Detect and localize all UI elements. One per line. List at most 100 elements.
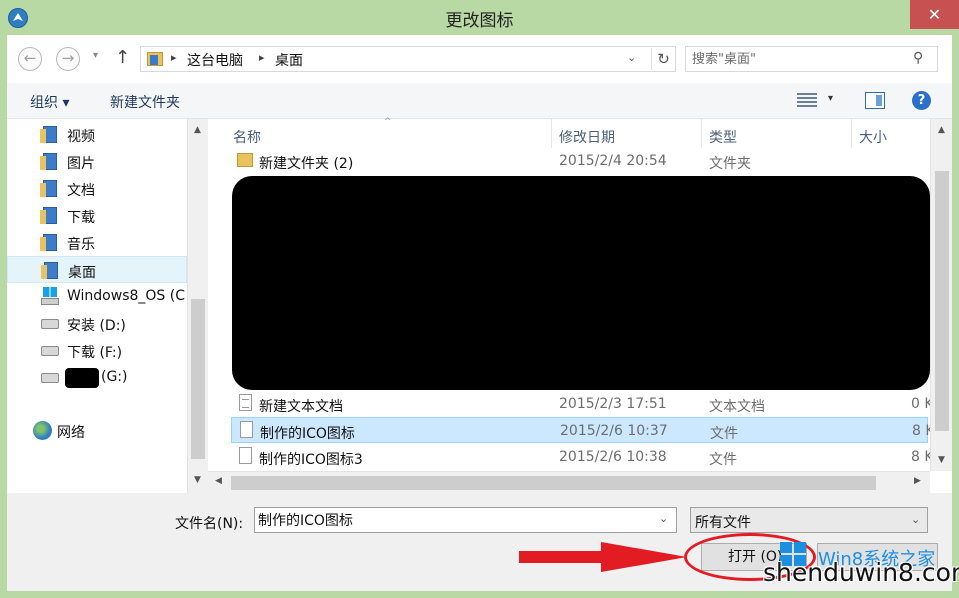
filename-input[interactable]	[258, 511, 648, 529]
file-row[interactable]: 新建文本文档 2015/2/3 17:51 文本文档 0 K	[231, 391, 934, 417]
sidebar-item-documents[interactable]: 文档	[7, 175, 187, 202]
sidebar-item-drive-g[interactable]: (G:)	[7, 364, 187, 391]
sidebar-item-label: 安装 (D:)	[67, 318, 126, 334]
redacted-drive-name	[65, 368, 99, 388]
column-header-name[interactable]: 名称	[233, 119, 261, 148]
scroll-down-arrow[interactable]: ▼	[188, 475, 207, 485]
file-type-value: 所有文件	[695, 515, 751, 531]
scrollbar-thumb[interactable]	[231, 476, 876, 490]
scroll-right-arrow[interactable]: ▶	[914, 476, 921, 486]
drive-icon	[41, 346, 59, 356]
window-title: 更改图标	[445, 11, 514, 31]
scroll-down-arrow[interactable]: ▼	[931, 455, 952, 465]
file-name: 新建文件夹 (2)	[259, 156, 354, 172]
sidebar-item-label: 下载 (F:)	[67, 345, 123, 361]
scrollbar-thumb[interactable]	[191, 299, 205, 459]
file-row[interactable]: 新建文件夹 (2) 2015/2/4 20:54 文件夹	[231, 148, 928, 174]
file-row[interactable]: 制作的ICO图标3 2015/2/6 10:38 文件 8 K	[231, 444, 934, 470]
file-type: 文件夹	[709, 156, 751, 172]
sidebar-item-pictures[interactable]: 图片	[7, 148, 187, 175]
navigation-pane: 视频 图片 文档 下载 音乐 桌面 Windows8_OS (C 安装 (D:)…	[7, 119, 207, 493]
sidebar-item-desktop[interactable]: 桌面	[7, 256, 187, 283]
red-arrow-annotation	[519, 542, 687, 572]
sidebar-item-label: 文档	[67, 183, 95, 199]
address-bar[interactable]: ▸ 这台电脑 ▸ 桌面 ⌄ ↻	[140, 46, 676, 72]
drive-icon	[41, 319, 59, 329]
organize-button[interactable]: 组织 ▾	[30, 92, 69, 112]
sidebar-item-network[interactable]: 网络	[7, 417, 187, 444]
column-divider[interactable]	[701, 119, 702, 148]
filename-history-dropdown[interactable]: ⌄	[659, 512, 668, 525]
column-header-type[interactable]: 类型	[709, 119, 737, 148]
column-header-date[interactable]: 修改日期	[559, 119, 615, 148]
column-header-size[interactable]: 大小	[859, 119, 887, 148]
chevron-down-icon[interactable]: ⌄	[911, 513, 920, 526]
refresh-button[interactable]: ↻	[651, 48, 675, 70]
pictures-library-icon	[40, 153, 57, 170]
search-box[interactable]: ⚲	[685, 46, 938, 72]
scroll-up-arrow[interactable]: ▲	[188, 125, 207, 135]
sidebar-item-downloads[interactable]: 下载	[7, 202, 187, 229]
forward-button[interactable]: →	[56, 47, 80, 71]
file-list-horizontal-scrollbar[interactable]: ◀ ▶	[208, 471, 930, 493]
new-folder-button[interactable]: 新建文件夹	[110, 92, 180, 112]
recent-locations-dropdown[interactable]: ▾	[93, 50, 98, 61]
music-library-icon	[40, 234, 57, 251]
sidebar-item-videos[interactable]: 视频	[7, 121, 187, 148]
network-icon	[33, 421, 52, 440]
sidebar-item-drive-d[interactable]: 安装 (D:)	[7, 310, 187, 337]
watermark-domain: shenduwin8.com	[763, 558, 959, 587]
file-type-select[interactable]: 所有文件 ⌄	[690, 507, 928, 533]
up-button[interactable]: ↑	[115, 47, 130, 68]
sidebar-item-label: 视频	[67, 129, 95, 145]
breadcrumb-separator[interactable]: ▸	[171, 51, 177, 64]
back-button[interactable]: ←	[18, 47, 42, 71]
windows-drive-icon	[41, 287, 59, 305]
filename-label: 文件名(N):	[175, 516, 244, 532]
file-date: 2015/2/4 20:54	[559, 153, 667, 169]
file-date: 2015/2/6 10:37	[560, 423, 668, 439]
title-bar: 更改图标 ✕	[0, 0, 959, 35]
scroll-up-arrow[interactable]: ▲	[931, 125, 952, 135]
breadcrumb-separator[interactable]: ▸	[259, 51, 265, 64]
sidebar-item-label: Windows8_OS (C	[67, 288, 185, 304]
sidebar-item-music[interactable]: 音乐	[7, 229, 187, 256]
preview-pane-icon[interactable]	[865, 92, 885, 109]
command-toolbar: 组织 ▾ 新建文件夹 ▾ ?	[7, 83, 952, 119]
sidebar-item-label: 音乐	[67, 237, 95, 253]
sidebar-item-label: 桌面	[68, 265, 96, 281]
file-type: 文本文档	[709, 399, 765, 415]
search-icon[interactable]: ⚲	[913, 50, 923, 66]
scroll-left-arrow[interactable]: ◀	[215, 476, 222, 486]
file-icon	[239, 447, 252, 464]
search-input[interactable]	[692, 50, 902, 68]
file-name: 新建文本文档	[259, 399, 343, 415]
file-date: 2015/2/6 10:38	[559, 449, 667, 465]
file-list-pane: ^ 名称 修改日期 类型 大小 新建文件夹 (2) 2015/2/4 20:54…	[208, 117, 952, 493]
scrollbar-thumb[interactable]	[935, 171, 949, 431]
folder-icon	[237, 153, 253, 167]
breadcrumb-desktop[interactable]: 桌面	[275, 50, 303, 70]
desktop-folder-icon	[41, 262, 58, 279]
view-options-dropdown[interactable]: ▾	[828, 93, 833, 104]
filename-field[interactable]: ⌄	[254, 507, 677, 533]
view-details-icon[interactable]	[797, 93, 817, 109]
file-name: 制作的ICO图标3	[259, 452, 363, 468]
sidebar-item-label: 图片	[67, 156, 95, 172]
documents-library-icon	[40, 180, 57, 197]
column-divider[interactable]	[551, 119, 552, 148]
location-folder-icon	[147, 52, 163, 66]
address-history-dropdown[interactable]: ⌄	[627, 51, 636, 64]
column-divider[interactable]	[851, 119, 852, 148]
breadcrumb-this-pc[interactable]: 这台电脑	[187, 50, 243, 70]
sidebar-item-drive-f[interactable]: 下载 (F:)	[7, 337, 187, 364]
text-document-icon	[239, 394, 252, 411]
file-date: 2015/2/3 17:51	[559, 396, 667, 412]
close-button[interactable]: ✕	[910, 0, 959, 29]
videos-library-icon	[40, 126, 57, 143]
help-icon[interactable]: ?	[912, 91, 931, 110]
sidebar-scrollbar[interactable]: ▲ ▼	[187, 119, 207, 493]
file-list-vertical-scrollbar[interactable]: ▲ ▼	[930, 119, 952, 471]
sidebar-item-drive-c[interactable]: Windows8_OS (C	[7, 283, 187, 310]
file-row-selected[interactable]: 制作的ICO图标 2015/2/6 10:37 文件 8 K	[231, 417, 935, 443]
